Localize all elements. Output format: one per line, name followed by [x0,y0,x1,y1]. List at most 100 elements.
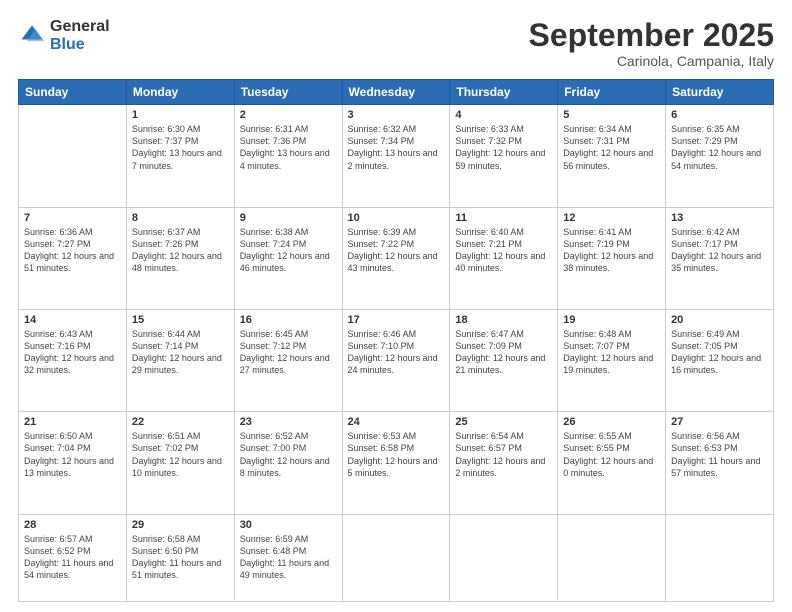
day-number: 26 [563,416,660,428]
cell-info: Sunrise: 6:57 AMSunset: 6:52 PMDaylight:… [24,533,121,582]
calendar-cell [342,514,450,601]
calendar-cell: 21 Sunrise: 6:50 AMSunset: 7:04 PMDayligh… [19,412,127,514]
calendar-week-row: 21 Sunrise: 6:50 AMSunset: 7:04 PMDayligh… [19,412,774,514]
day-number: 24 [348,416,445,428]
day-number: 21 [24,416,121,428]
cell-info: Sunrise: 6:51 AMSunset: 7:02 PMDaylight:… [132,430,229,479]
cell-info: Sunrise: 6:34 AMSunset: 7:31 PMDaylight:… [563,123,660,172]
logo-icon [18,22,46,50]
calendar-cell [666,514,774,601]
day-number: 7 [24,212,121,224]
day-number: 4 [455,109,552,121]
calendar-cell [19,105,127,207]
col-sunday: Sunday [19,80,127,105]
calendar-week-row: 28Sunrise: 6:57 AMSunset: 6:52 PMDayligh… [19,514,774,601]
calendar-cell: 14 Sunrise: 6:43 AMSunset: 7:16 PMDayligh… [19,309,127,411]
day-number: 25 [455,416,552,428]
col-tuesday: Tuesday [234,80,342,105]
col-friday: Friday [558,80,666,105]
col-monday: Monday [126,80,234,105]
calendar-week-row: 14 Sunrise: 6:43 AMSunset: 7:16 PMDayligh… [19,309,774,411]
calendar-cell: 30 Sunrise: 6:59 AMSunset: 6:48 PMDayligh… [234,514,342,601]
calendar-cell: 19Sunrise: 6:48 AMSunset: 7:07 PMDayligh… [558,309,666,411]
calendar-cell: 25Sunrise: 6:54 AMSunset: 6:57 PMDayligh… [450,412,558,514]
day-number: 1 [132,109,229,121]
day-number: 13 [671,212,768,224]
cell-info: Sunrise: 6:52 AMSunset: 7:00 PMDaylight:… [240,430,337,479]
cell-info: Sunrise: 6:30 AMSunset: 7:37 PMDaylight:… [132,123,229,172]
calendar-cell: 13 Sunrise: 6:42 AMSunset: 7:17 PMDayligh… [666,207,774,309]
calendar-cell: 23 Sunrise: 6:52 AMSunset: 7:00 PMDayligh… [234,412,342,514]
day-number: 8 [132,212,229,224]
cell-info: Sunrise: 6:37 AMSunset: 7:26 PMDaylight:… [132,226,229,275]
day-number: 29 [132,519,229,531]
cell-info: Sunrise: 6:50 AMSunset: 7:04 PMDaylight:… [24,430,121,479]
calendar-cell: 18Sunrise: 6:47 AMSunset: 7:09 PMDayligh… [450,309,558,411]
cell-info: Sunrise: 6:33 AMSunset: 7:32 PMDaylight:… [455,123,552,172]
calendar-cell [450,514,558,601]
calendar-cell: 4 Sunrise: 6:33 AMSunset: 7:32 PMDaylight… [450,105,558,207]
logo-blue: Blue [50,36,110,54]
col-thursday: Thursday [450,80,558,105]
calendar-cell: 2Sunrise: 6:31 AMSunset: 7:36 PMDaylight… [234,105,342,207]
calendar-cell: 16Sunrise: 6:45 AMSunset: 7:12 PMDayligh… [234,309,342,411]
day-number: 20 [671,314,768,326]
cell-info: Sunrise: 6:48 AMSunset: 7:07 PMDaylight:… [563,328,660,377]
day-number: 30 [240,519,337,531]
calendar-cell: 27Sunrise: 6:56 AMSunset: 6:53 PMDayligh… [666,412,774,514]
day-number: 18 [455,314,552,326]
col-wednesday: Wednesday [342,80,450,105]
calendar-week-row: 1 Sunrise: 6:30 AMSunset: 7:37 PMDaylight… [19,105,774,207]
day-number: 23 [240,416,337,428]
calendar-cell: 6 Sunrise: 6:35 AMSunset: 7:29 PMDaylight… [666,105,774,207]
day-number: 3 [348,109,445,121]
day-number: 6 [671,109,768,121]
calendar-cell: 11 Sunrise: 6:40 AMSunset: 7:21 PMDayligh… [450,207,558,309]
day-number: 9 [240,212,337,224]
cell-info: Sunrise: 6:49 AMSunset: 7:05 PMDaylight:… [671,328,768,377]
cell-info: Sunrise: 6:44 AMSunset: 7:14 PMDaylight:… [132,328,229,377]
calendar-cell: 1 Sunrise: 6:30 AMSunset: 7:37 PMDaylight… [126,105,234,207]
calendar-cell: 24Sunrise: 6:53 AMSunset: 6:58 PMDayligh… [342,412,450,514]
calendar-cell: 8 Sunrise: 6:37 AMSunset: 7:26 PMDaylight… [126,207,234,309]
cell-info: Sunrise: 6:32 AMSunset: 7:34 PMDaylight:… [348,123,445,172]
calendar-cell [558,514,666,601]
calendar-table: Sunday Monday Tuesday Wednesday Thursday… [18,79,774,602]
cell-info: Sunrise: 6:56 AMSunset: 6:53 PMDaylight:… [671,430,768,479]
cell-info: Sunrise: 6:40 AMSunset: 7:21 PMDaylight:… [455,226,552,275]
cell-info: Sunrise: 6:55 AMSunset: 6:55 PMDaylight:… [563,430,660,479]
calendar-cell: 10 Sunrise: 6:39 AMSunset: 7:22 PMDayligh… [342,207,450,309]
calendar-cell: 5 Sunrise: 6:34 AMSunset: 7:31 PMDaylight… [558,105,666,207]
calendar-cell: 15 Sunrise: 6:44 AMSunset: 7:14 PMDayligh… [126,309,234,411]
calendar-cell: 26 Sunrise: 6:55 AMSunset: 6:55 PMDayligh… [558,412,666,514]
day-number: 10 [348,212,445,224]
cell-info: Sunrise: 6:58 AMSunset: 6:50 PMDaylight:… [132,533,229,582]
day-number: 5 [563,109,660,121]
day-number: 14 [24,314,121,326]
cell-info: Sunrise: 6:59 AMSunset: 6:48 PMDaylight:… [240,533,337,582]
page: General Blue September 2025 Carinola, Ca… [0,0,792,612]
calendar-week-row: 7 Sunrise: 6:36 AMSunset: 7:27 PMDaylight… [19,207,774,309]
title-area: September 2025 Carinola, Campania, Italy [529,18,774,69]
cell-info: Sunrise: 6:36 AMSunset: 7:27 PMDaylight:… [24,226,121,275]
month-title: September 2025 [529,18,774,53]
cell-info: Sunrise: 6:41 AMSunset: 7:19 PMDaylight:… [563,226,660,275]
day-number: 11 [455,212,552,224]
calendar-cell: 28Sunrise: 6:57 AMSunset: 6:52 PMDayligh… [19,514,127,601]
cell-info: Sunrise: 6:39 AMSunset: 7:22 PMDaylight:… [348,226,445,275]
logo-text: General Blue [50,18,110,53]
calendar-cell: 17 Sunrise: 6:46 AMSunset: 7:10 PMDayligh… [342,309,450,411]
day-number: 12 [563,212,660,224]
day-number: 17 [348,314,445,326]
logo: General Blue [18,18,110,53]
cell-info: Sunrise: 6:42 AMSunset: 7:17 PMDaylight:… [671,226,768,275]
cell-info: Sunrise: 6:46 AMSunset: 7:10 PMDaylight:… [348,328,445,377]
cell-info: Sunrise: 6:35 AMSunset: 7:29 PMDaylight:… [671,123,768,172]
calendar-cell: 7 Sunrise: 6:36 AMSunset: 7:27 PMDaylight… [19,207,127,309]
cell-info: Sunrise: 6:43 AMSunset: 7:16 PMDaylight:… [24,328,121,377]
calendar-cell: 12 Sunrise: 6:41 AMSunset: 7:19 PMDayligh… [558,207,666,309]
day-number: 15 [132,314,229,326]
header: General Blue September 2025 Carinola, Ca… [18,18,774,69]
calendar-cell: 3 Sunrise: 6:32 AMSunset: 7:34 PMDaylight… [342,105,450,207]
col-saturday: Saturday [666,80,774,105]
